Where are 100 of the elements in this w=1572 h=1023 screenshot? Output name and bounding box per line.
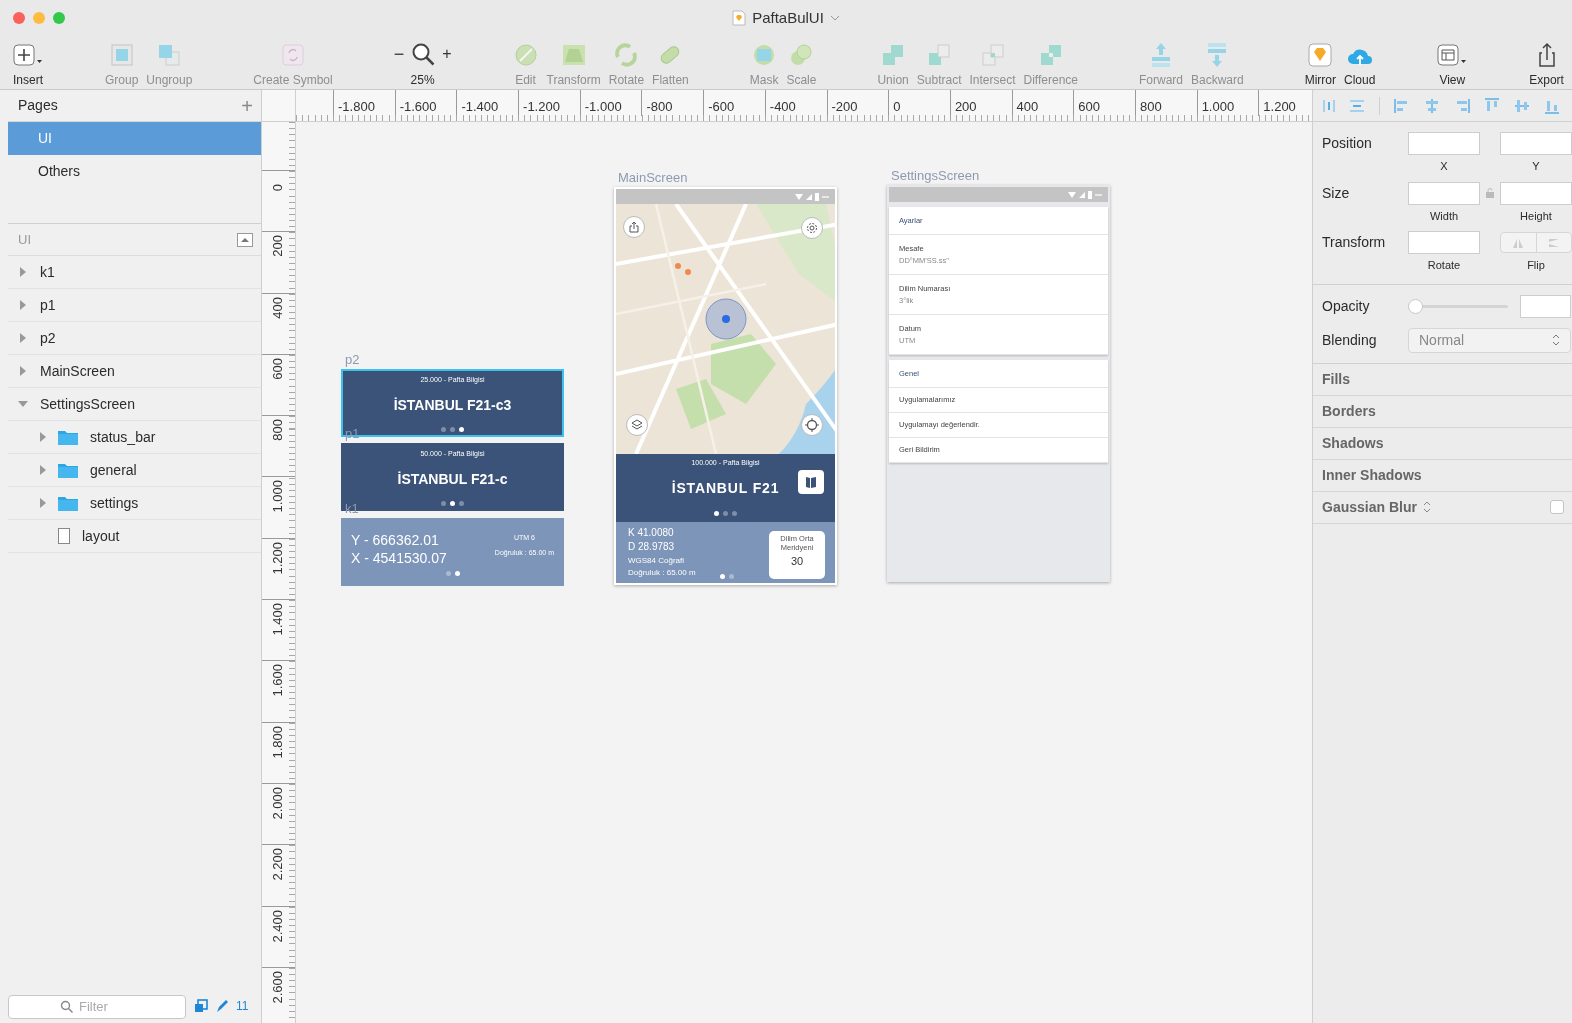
close-button[interactable] [13, 12, 25, 24]
stepper-icon [1422, 501, 1431, 513]
y-field[interactable] [1500, 132, 1572, 155]
field-caption: Rotate [1426, 258, 1462, 273]
settings-icon [806, 222, 818, 234]
width-field[interactable] [1408, 181, 1480, 205]
property-label: Size [1322, 183, 1351, 203]
trapezoid-icon [560, 42, 587, 68]
artboard-name: SettingsScreen [891, 168, 980, 183]
field-caption: Y [1531, 159, 1541, 174]
layer-item[interactable]: layout [8, 520, 261, 553]
squares-icon [156, 42, 183, 68]
zoom-button[interactable] [53, 12, 65, 24]
toolbar-button[interactable]: View [1436, 40, 1469, 89]
section-header[interactable]: Shadows [1322, 432, 1384, 454]
folder-icon [58, 495, 78, 511]
ruler-label: -1.200 [523, 99, 560, 114]
map-icon [805, 476, 817, 488]
ruler-label: 200 [269, 235, 286, 257]
triangle-right-icon [18, 267, 28, 277]
zoom-out-button[interactable]: − [393, 45, 405, 63]
section-header[interactable]: Inner Shadows [1322, 464, 1422, 486]
align-middle-icon [1514, 97, 1530, 114]
ruler-label: 1.200 [1263, 99, 1296, 114]
minimize-button[interactable] [33, 12, 45, 24]
page-item[interactable]: Others [8, 155, 261, 188]
plus-menu-icon [12, 42, 44, 68]
toolbar-button[interactable]: Mirror [1304, 40, 1336, 89]
field-caption: Height [1519, 208, 1553, 224]
ruler-label: -600 [708, 99, 735, 114]
layer-item[interactable]: SettingsScreen [8, 388, 261, 421]
lock-icon [1486, 188, 1494, 198]
ruler-label: 1.600 [269, 664, 286, 697]
meridian-value: 30 [790, 554, 804, 568]
sheet-title: İSTANBUL F21-c3 [393, 395, 512, 415]
artboard-name: MainScreen [618, 170, 688, 185]
coordinate-value: D 28.9783 [628, 540, 675, 554]
ruler-label: 1.000 [269, 480, 286, 514]
flip-control[interactable] [1500, 232, 1572, 253]
subtract-icon [926, 42, 953, 68]
layer-item[interactable]: settings [8, 487, 261, 520]
slider-thumb[interactable] [1408, 298, 1423, 314]
align-left-icon [1394, 97, 1410, 114]
ruler-label: 2.200 [269, 848, 286, 881]
align-center-icon [1424, 97, 1440, 114]
opacity-slider[interactable] [1408, 298, 1508, 314]
symbol-icon [280, 42, 306, 68]
x-field[interactable] [1408, 132, 1480, 155]
stepper-icon [1552, 334, 1560, 346]
ruler-label: 1.800 [269, 725, 286, 759]
toolbar-button[interactable]: Insert [12, 40, 44, 89]
layers-icon [631, 419, 643, 431]
pencil-icon [216, 999, 228, 1013]
field-caption: Width [1428, 208, 1460, 224]
distribute-vertical-icon [1349, 99, 1365, 112]
sheet-title: İSTANBUL F21 [671, 478, 780, 498]
layer-item[interactable]: p1 [8, 289, 261, 322]
blur-checkbox[interactable] [1550, 500, 1564, 514]
search-icon [410, 41, 437, 67]
layer-item[interactable]: k1 [8, 256, 261, 289]
ruler-label: 600 [1078, 99, 1100, 114]
ruler-label: -1.400 [461, 99, 499, 114]
triangle-right-icon [18, 366, 28, 376]
intersect-icon [979, 42, 1006, 68]
ruler-label: 1.200 [269, 541, 286, 575]
rectangle-icon [58, 528, 70, 544]
sheet-title: İSTANBUL F21-c [397, 469, 508, 489]
ruler-label: 400 [1016, 99, 1039, 114]
section-header[interactable]: Fills [1322, 368, 1350, 390]
section-header[interactable]: Borders [1322, 400, 1376, 422]
toolbar-button[interactable]: Export [1529, 40, 1564, 89]
status-icons-drawing [1068, 190, 1102, 199]
distribute-horizontal-icon [1323, 97, 1335, 114]
ruler-label: -800 [646, 99, 673, 114]
section-header[interactable]: Gaussian Blur [1322, 496, 1417, 518]
zoom-in-button[interactable]: + [442, 46, 452, 62]
ruler-label: 0 [893, 99, 901, 114]
layer-item[interactable]: status_bar [8, 421, 261, 454]
section-header: Pages [18, 96, 58, 115]
height-field[interactable] [1500, 181, 1572, 205]
ruler-label: -200 [831, 99, 858, 114]
ruler-label: 200 [954, 99, 977, 114]
crosshair-icon [805, 418, 819, 432]
filter-field[interactable]: Filter [8, 994, 186, 1019]
rotate-field[interactable] [1408, 231, 1480, 254]
layer-count: 11 [236, 998, 249, 1015]
layer-item[interactable]: p2 [8, 322, 261, 355]
map-button[interactable] [798, 470, 824, 494]
layer-item[interactable]: MainScreen [8, 355, 261, 388]
triangle-down-icon [18, 399, 28, 409]
toolbar-button[interactable]: Cloud [1343, 40, 1376, 89]
status-icons-drawing [795, 192, 829, 201]
collapse-icon [237, 232, 253, 247]
flip-horizontal-icon [1512, 237, 1525, 248]
accuracy-label: Doğruluk : 65.00 m [628, 567, 696, 578]
datum-label: WGS84 Coğrafi [628, 555, 685, 567]
layout-menu-icon [1436, 42, 1469, 68]
layer-item[interactable]: general [8, 454, 261, 487]
opacity-field[interactable] [1520, 294, 1571, 318]
triangle-right-icon [18, 333, 28, 343]
